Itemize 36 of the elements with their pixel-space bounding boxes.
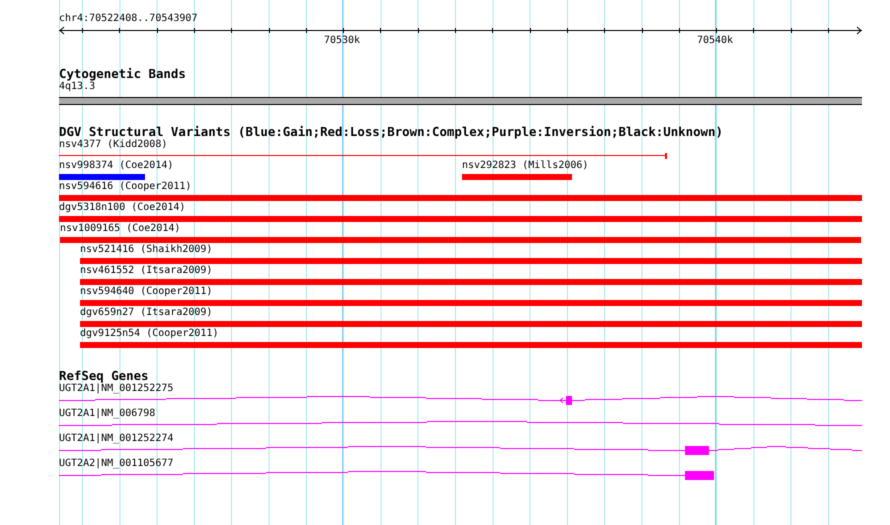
variant-bar[interactable] (59, 174, 145, 180)
variant-line[interactable] (59, 153, 667, 159)
region-label: chr4:70522408..70543907 (59, 13, 198, 25)
track-title: DGV Structural Variants (Blue:Gain;Red:Loss;Brown:Complex;Purple:Inversion;Black:Unknown) (59, 125, 723, 139)
variant-bar[interactable] (80, 279, 862, 285)
track-title: Cytogenetic Bands (59, 67, 186, 81)
variant-bar[interactable] (59, 216, 862, 222)
gene-label: UGT2A2|NM_001105677 (59, 458, 174, 470)
gene-label: UGT2A1|NM_001252275 (59, 383, 174, 395)
variant-label: dgv5318n100 (Coe2014) (59, 202, 186, 214)
variant-label: nsv998374 (Coe2014) (59, 160, 174, 172)
gene-model-drawing[interactable] (59, 470, 714, 482)
gene-model-drawing[interactable] (59, 445, 862, 457)
gene-model-drawing[interactable] (59, 395, 862, 407)
variant-label: dgv9125n54 (Cooper2011) (80, 328, 218, 340)
ruler-tick-label: 70530k (324, 35, 360, 47)
variant-label: nsv461552 (Itsara2009) (80, 265, 212, 277)
variant-label: nsv4377 (Kidd2008) (59, 139, 168, 151)
variant-label: nsv594640 (Cooper2011) (80, 286, 212, 298)
variant-bar[interactable] (80, 258, 862, 264)
variant-label: nsv521416 (Shaikh2009) (80, 244, 212, 256)
variant-label: dgv659n27 (Itsara2009) (80, 307, 212, 319)
gene-label: UGT2A1|NM_006798 (59, 408, 156, 420)
track-title: RefSeq Genes (59, 369, 149, 383)
band-label: 4q13.3 (59, 81, 96, 93)
ruler-tick-label: 70540k (696, 35, 734, 47)
variant-label: nsv1009165 (Coe2014) (60, 223, 180, 235)
gene-label: UGT2A1|NM_001252274 (59, 433, 174, 445)
variant-bar[interactable] (462, 174, 572, 180)
variant-bar[interactable] (60, 237, 861, 243)
variant-bar[interactable] (59, 195, 862, 201)
variant-bar[interactable] (80, 321, 862, 327)
variant-label: nsv594616 (Cooper2011) (59, 181, 192, 193)
variant-bar[interactable] (80, 342, 862, 348)
variant-label: nsv292823 (Mills2006) (462, 160, 588, 172)
variant-bar[interactable] (80, 300, 862, 306)
